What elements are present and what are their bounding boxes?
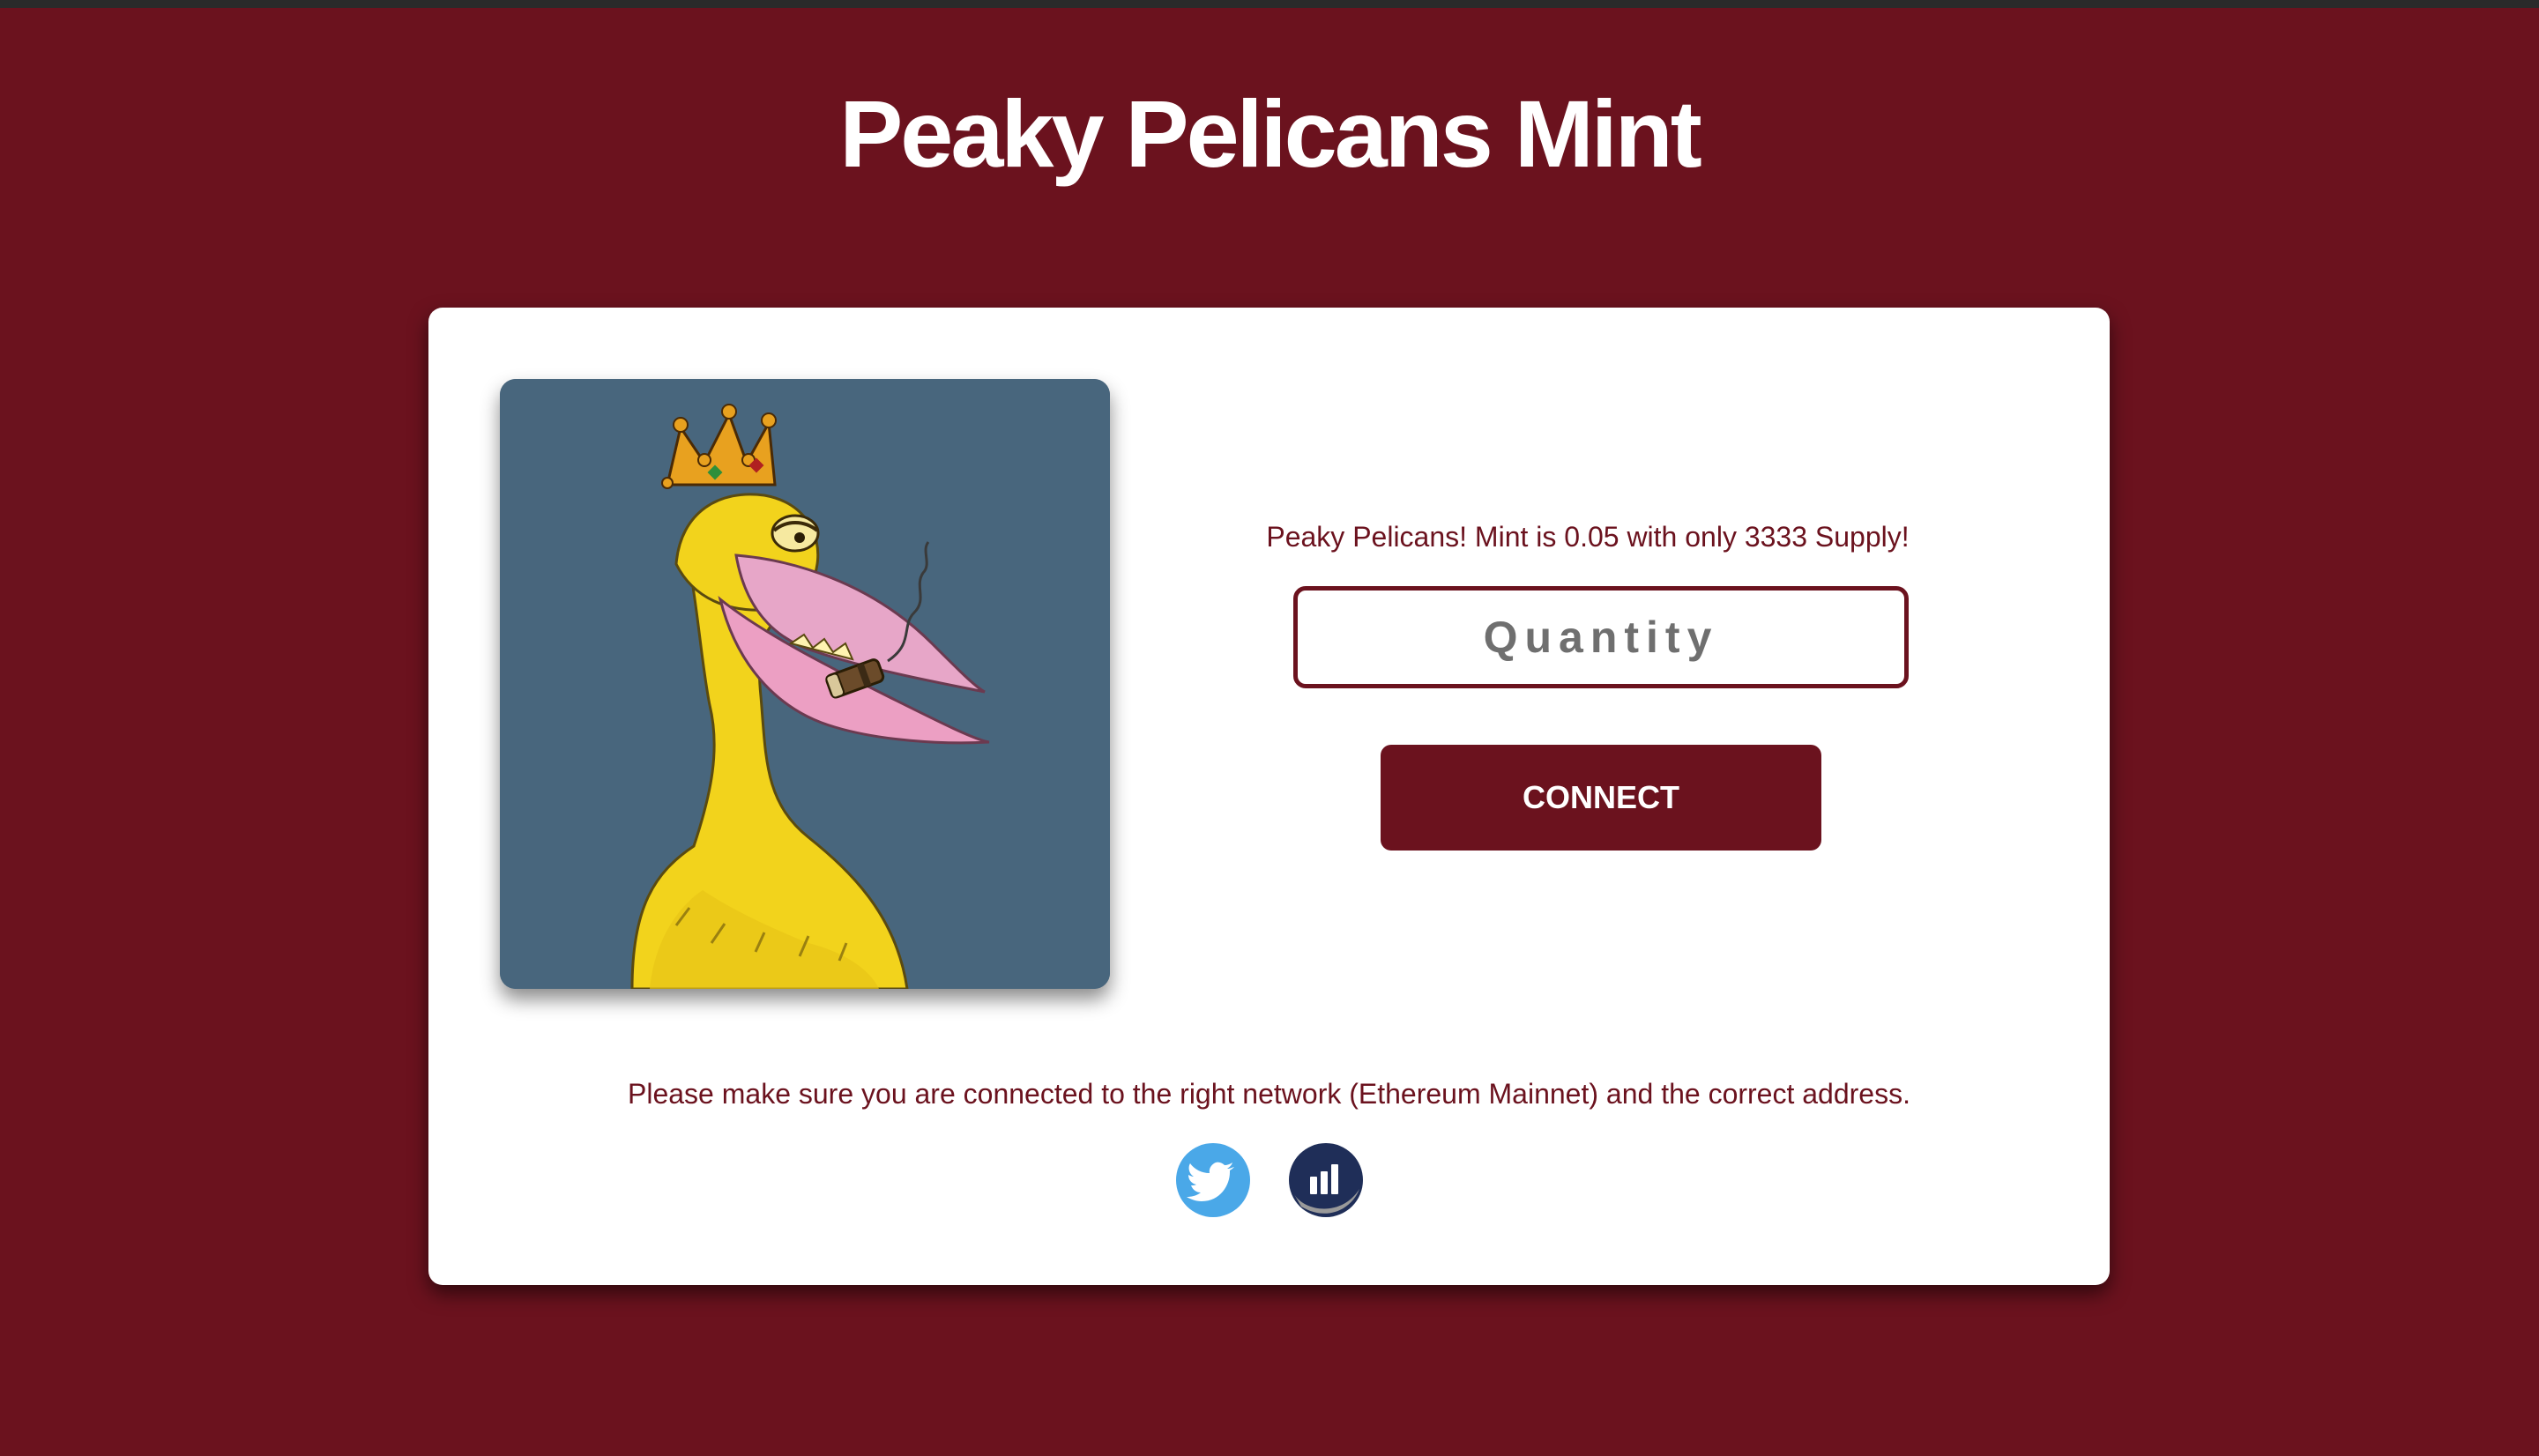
quantity-input[interactable] (1293, 586, 1909, 688)
mint-card: Peaky Pelicans! Mint is 0.05 with only 3… (428, 308, 2110, 1285)
pelican-nft-image (500, 379, 1110, 989)
connect-button[interactable]: CONNECT (1381, 745, 1821, 851)
page-title: Peaky Pelicans Mint (839, 80, 1702, 187)
twitter-link[interactable] (1176, 1143, 1250, 1217)
network-warning-text: Please make sure you are connected to th… (628, 1078, 1910, 1110)
twitter-icon (1176, 1143, 1250, 1217)
mint-info-text: Peaky Pelicans! Mint is 0.05 with only 3… (1266, 521, 1910, 553)
chart-tracker-link[interactable] (1289, 1143, 1363, 1217)
browser-top-strip (0, 0, 2539, 8)
chart-tracker-icon (1289, 1143, 1363, 1217)
pelican-illustration (500, 379, 1110, 989)
